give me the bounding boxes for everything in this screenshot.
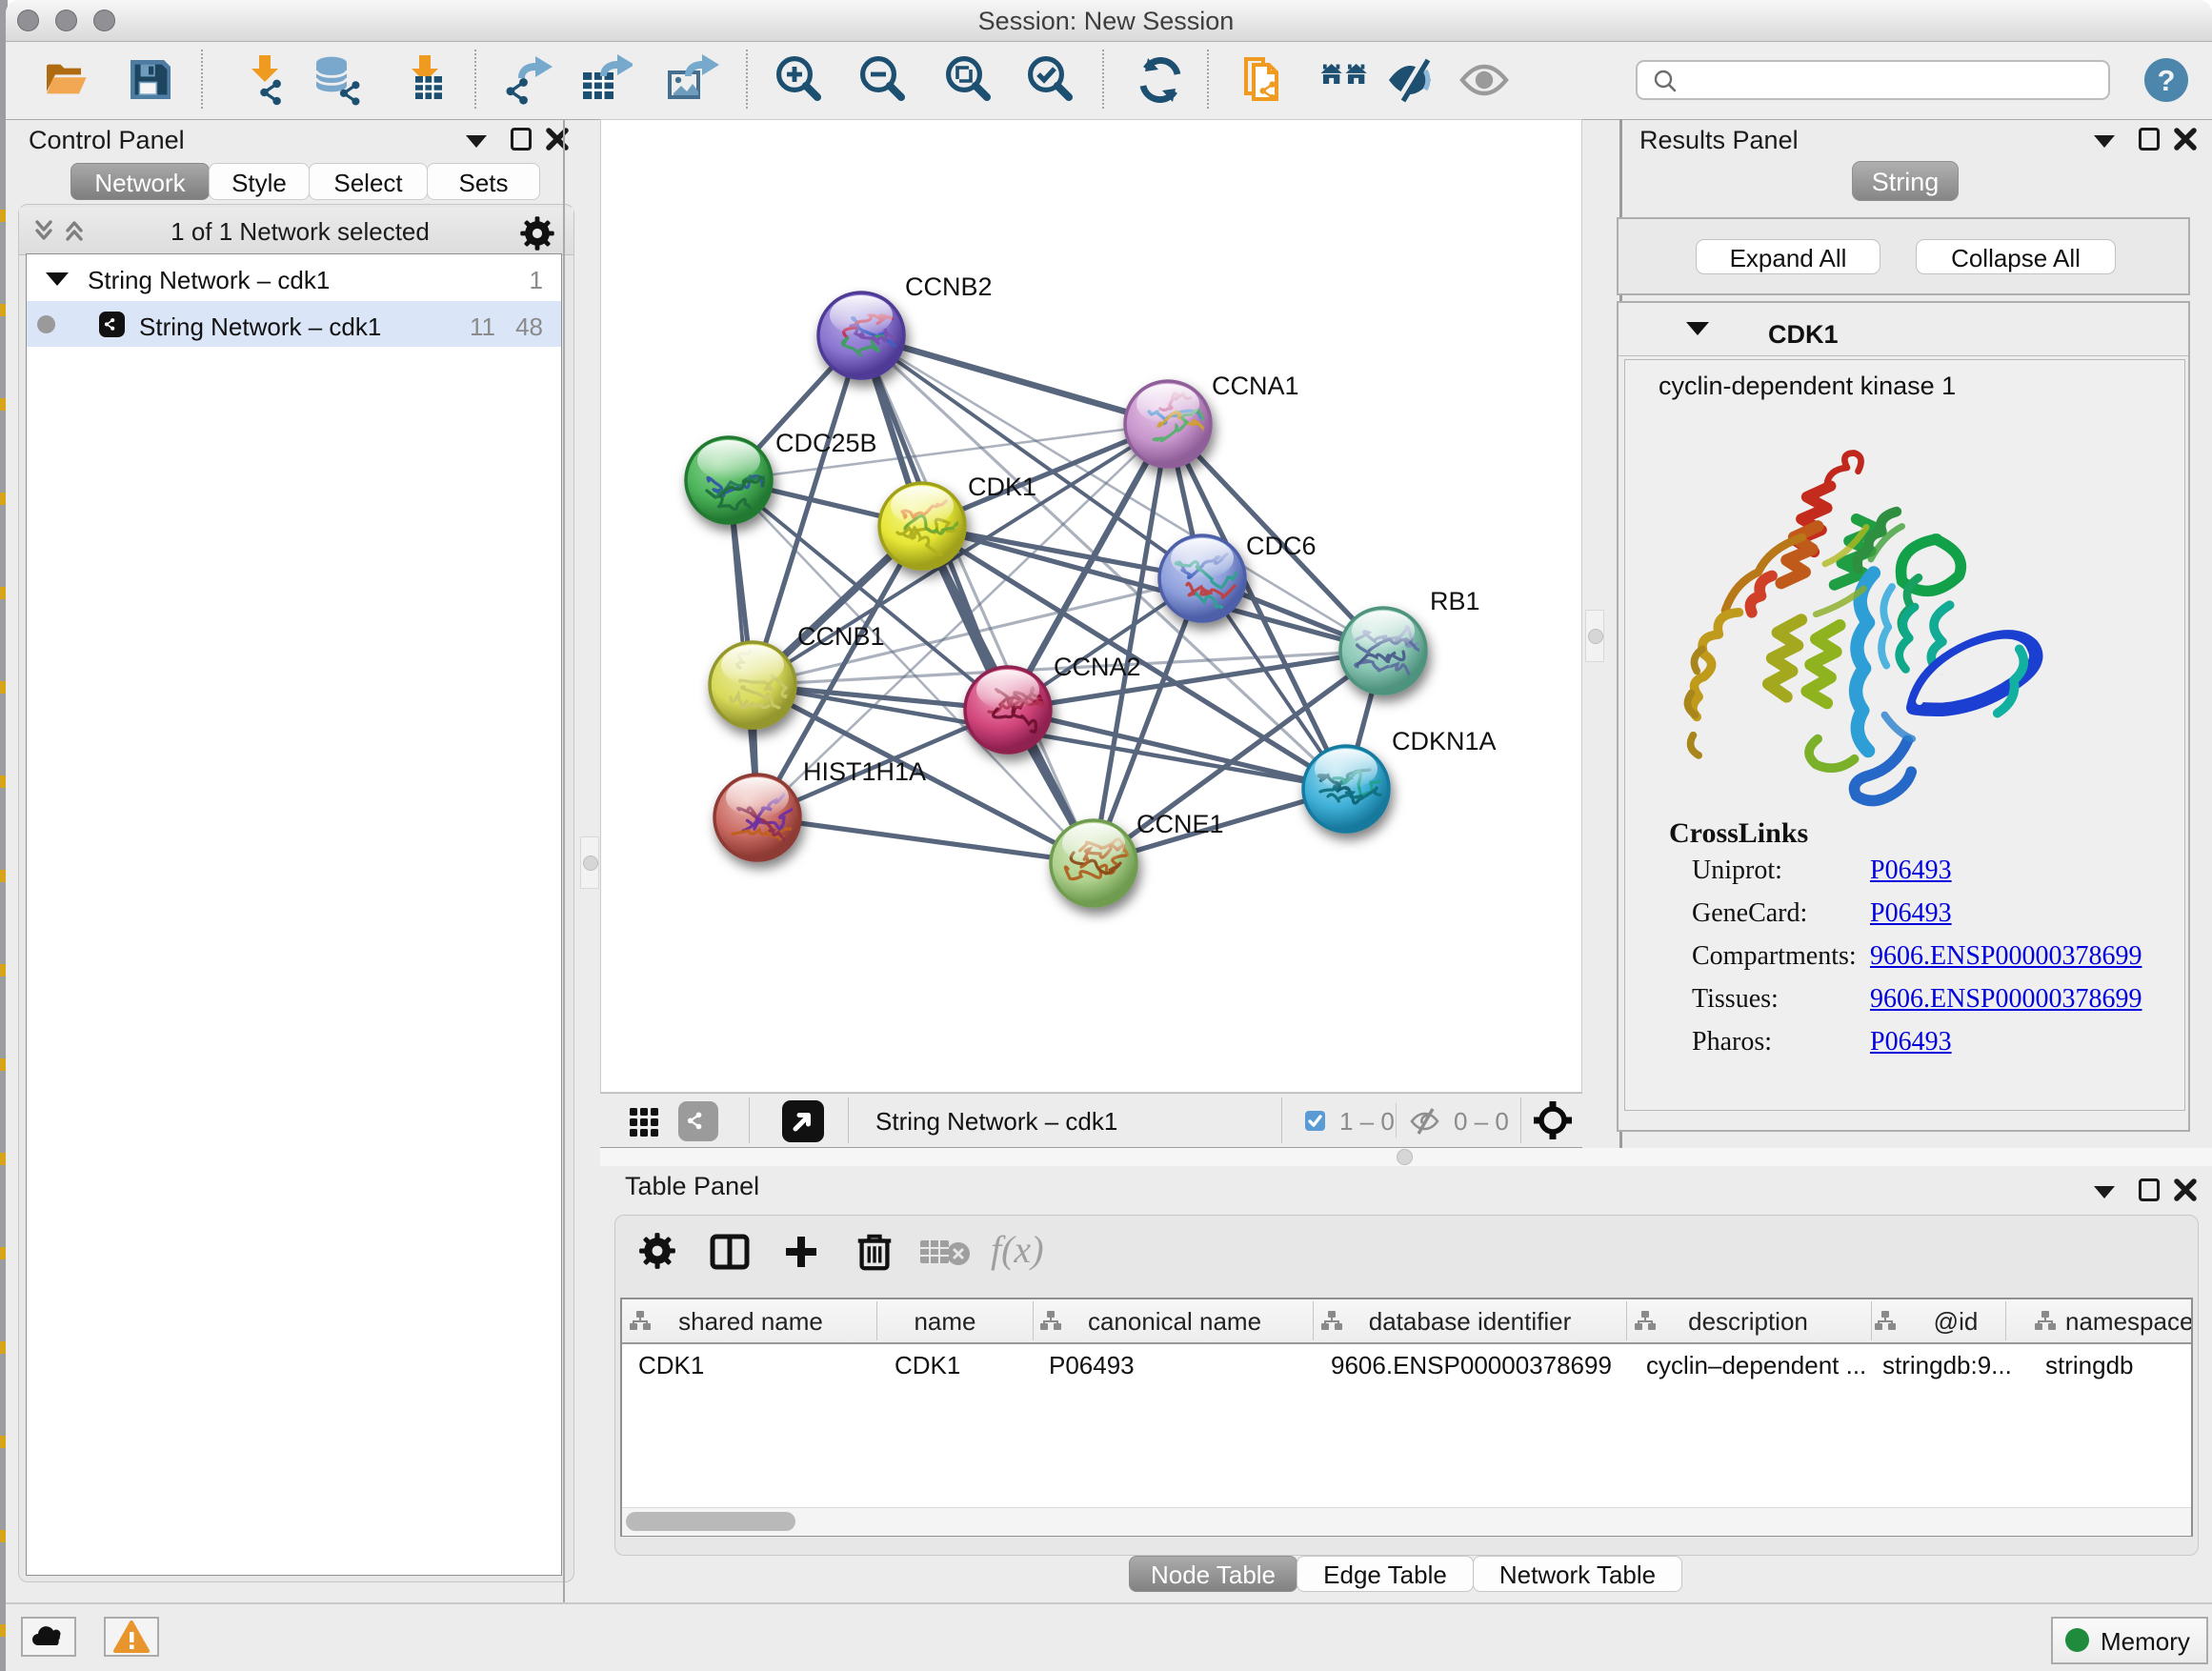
svg-text:CCNB2: CCNB2 <box>905 272 993 301</box>
svg-text:CDK1: CDK1 <box>968 473 1036 501</box>
svg-text:CCNB1: CCNB1 <box>797 622 885 651</box>
svg-text:CCNA2: CCNA2 <box>1054 653 1141 681</box>
svg-text:CDKN1A: CDKN1A <box>1392 727 1497 755</box>
svg-text:CDC25B: CDC25B <box>775 429 877 457</box>
svg-text:HIST1H1A: HIST1H1A <box>803 757 926 786</box>
svg-text:CDC6: CDC6 <box>1246 532 1317 560</box>
svg-text:RB1: RB1 <box>1430 587 1480 615</box>
svg-text:CCNE1: CCNE1 <box>1136 810 1224 838</box>
svg-text:CCNA1: CCNA1 <box>1212 372 1299 400</box>
